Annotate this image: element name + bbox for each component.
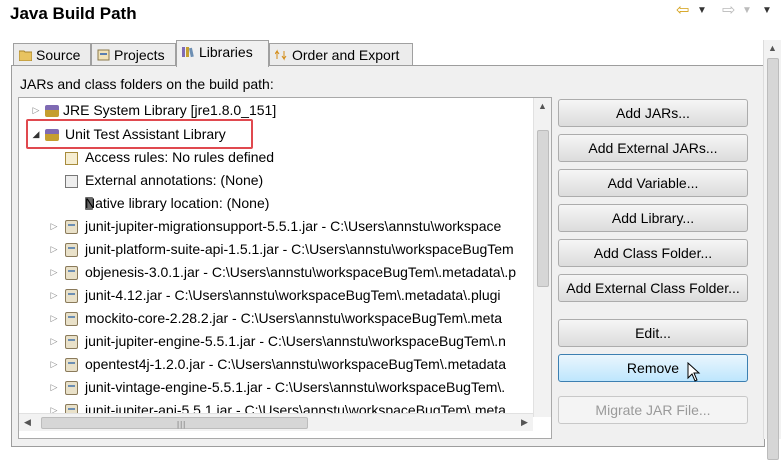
build-path-caption: JARs and class folders on the build path… bbox=[20, 76, 274, 92]
add-library-button[interactable]: Add Library... bbox=[558, 204, 748, 232]
add-external-class-folder-button[interactable]: Add External Class Folder... bbox=[558, 274, 748, 302]
back-arrow-icon[interactable]: ⇦ bbox=[676, 2, 689, 20]
tree-item-native-library-location[interactable]: Native library location: (None) bbox=[19, 192, 534, 215]
tree-item-external-annotations[interactable]: External annotations: (None) bbox=[19, 169, 534, 192]
tree-item-label: junit-jupiter-engine-5.5.1.jar - C:\User… bbox=[85, 333, 506, 349]
scroll-up-icon[interactable]: ▲ bbox=[764, 40, 781, 57]
tree-item-jar[interactable]: ▷ junit-jupiter-engine-5.5.1.jar - C:\Us… bbox=[19, 330, 534, 353]
expand-arrow-icon[interactable]: ▷ bbox=[49, 261, 59, 284]
jar-icon bbox=[65, 381, 78, 395]
expand-arrow-icon[interactable]: ▷ bbox=[49, 238, 59, 261]
migrate-jar-file-button: Migrate JAR File... bbox=[558, 396, 748, 424]
expand-arrow-icon[interactable]: ▷ bbox=[49, 284, 59, 307]
tree-item-access-rules[interactable]: Access rules: No rules defined bbox=[19, 146, 534, 169]
tab-order-and-export[interactable]: Order and Export bbox=[269, 43, 413, 65]
edit-button[interactable]: Edit... bbox=[558, 319, 748, 347]
jar-icon bbox=[65, 358, 78, 372]
scroll-right-icon[interactable]: ▶ bbox=[516, 414, 533, 431]
tree-item-jar[interactable]: ▷ junit-4.12.jar - C:\Users\annstu\works… bbox=[19, 284, 534, 307]
expand-arrow-icon[interactable]: ▷ bbox=[49, 307, 59, 330]
jar-icon bbox=[65, 312, 78, 326]
tab-label: Projects bbox=[114, 47, 165, 63]
expand-arrow-icon[interactable]: ▷ bbox=[49, 330, 59, 353]
tree-item-jar[interactable]: ▷ objenesis-3.0.1.jar - C:\Users\annstu\… bbox=[19, 261, 534, 284]
tree-vertical-scrollbar[interactable]: ▲ bbox=[533, 98, 551, 417]
source-folder-icon bbox=[19, 50, 32, 61]
tree-item-jar[interactable]: ▷ junit-vintage-engine-5.5.1.jar - C:\Us… bbox=[19, 376, 534, 399]
jar-icon bbox=[65, 266, 78, 280]
jar-icon bbox=[65, 335, 78, 349]
order-export-icon bbox=[275, 49, 287, 61]
expand-arrow-icon[interactable]: ▷ bbox=[49, 353, 59, 376]
add-variable-button[interactable]: Add Variable... bbox=[558, 169, 748, 197]
jar-icon bbox=[65, 220, 78, 234]
highlight-box bbox=[26, 119, 253, 149]
library-icon bbox=[45, 105, 59, 117]
expand-arrow-icon[interactable]: ▷ bbox=[49, 215, 59, 238]
scroll-left-icon[interactable]: ◀ bbox=[19, 414, 36, 431]
access-rules-icon bbox=[65, 152, 78, 165]
tree-item-label: junit-4.12.jar - C:\Users\annstu\workspa… bbox=[85, 287, 501, 303]
tree-item-jar[interactable]: ▷ opentest4j-1.2.0.jar - C:\Users\annstu… bbox=[19, 353, 534, 376]
page-title: Java Build Path bbox=[10, 4, 137, 23]
jar-icon bbox=[65, 289, 78, 303]
tree-item-label: External annotations: (None) bbox=[85, 172, 264, 188]
view-menu-icon[interactable]: ▼ bbox=[762, 2, 772, 20]
tree-item-jar[interactable]: ▷ junit-platform-suite-api-1.5.1.jar - C… bbox=[19, 238, 534, 261]
tree-item-label: junit-platform-suite-api-1.5.1.jar - C:\… bbox=[85, 241, 514, 257]
add-class-folder-button[interactable]: Add Class Folder... bbox=[558, 239, 748, 267]
tree-item-label: Native library location: (None) bbox=[85, 195, 270, 211]
scroll-up-icon[interactable]: ▲ bbox=[534, 98, 551, 115]
tree-item-label: junit-jupiter-migrationsupport-5.5.1.jar… bbox=[85, 218, 502, 234]
tab-label: Source bbox=[36, 47, 81, 63]
scrollbar-thumb[interactable] bbox=[767, 58, 779, 460]
libraries-icon bbox=[182, 47, 194, 58]
tree-item-label: opentest4j-1.2.0.jar - C:\Users\annstu\w… bbox=[85, 356, 506, 372]
tree-item-label: Access rules: No rules defined bbox=[85, 149, 275, 165]
tree-item-label: objenesis-3.0.1.jar - C:\Users\annstu\wo… bbox=[85, 264, 517, 280]
forward-history-dropdown-icon[interactable]: ▼ bbox=[742, 2, 752, 20]
tab-source[interactable]: Source bbox=[13, 43, 91, 65]
tree-item-jar[interactable]: ▷ junit-jupiter-migrationsupport-5.5.1.j… bbox=[19, 215, 534, 238]
tree-item-jar[interactable]: ▷ mockito-core-2.28.2.jar - C:\Users\ann… bbox=[19, 307, 534, 330]
page-vertical-scrollbar[interactable]: ▲ bbox=[763, 40, 781, 460]
tree-horizontal-scrollbar[interactable]: ◀ ||| ▶ bbox=[19, 413, 533, 431]
scrollbar-thumb[interactable] bbox=[537, 130, 549, 287]
remove-button[interactable]: Remove bbox=[558, 354, 748, 382]
tree-item-label: mockito-core-2.28.2.jar - C:\Users\annst… bbox=[85, 310, 503, 326]
jar-icon bbox=[65, 243, 78, 257]
scrollbar-grip-icon: ||| bbox=[177, 420, 187, 429]
tab-libraries[interactable]: Libraries bbox=[176, 40, 269, 67]
back-history-dropdown-icon[interactable]: ▼ bbox=[697, 2, 707, 20]
tab-projects[interactable]: Projects bbox=[91, 43, 176, 65]
add-jars-button[interactable]: Add JARs... bbox=[558, 99, 748, 127]
add-external-jars-button[interactable]: Add External JARs... bbox=[558, 134, 748, 162]
expand-arrow-icon[interactable]: ▷ bbox=[49, 376, 59, 399]
scrollbar-thumb[interactable]: ||| bbox=[41, 417, 308, 429]
tab-label: Libraries bbox=[199, 44, 253, 60]
annotations-icon bbox=[65, 175, 78, 188]
mouse-pointer-icon bbox=[687, 362, 701, 382]
projects-icon bbox=[97, 49, 110, 61]
tree-item-label: junit-vintage-engine-5.5.1.jar - C:\User… bbox=[85, 379, 506, 395]
tab-label: Order and Export bbox=[292, 47, 400, 63]
forward-arrow-icon[interactable]: ⇨ bbox=[722, 2, 735, 20]
